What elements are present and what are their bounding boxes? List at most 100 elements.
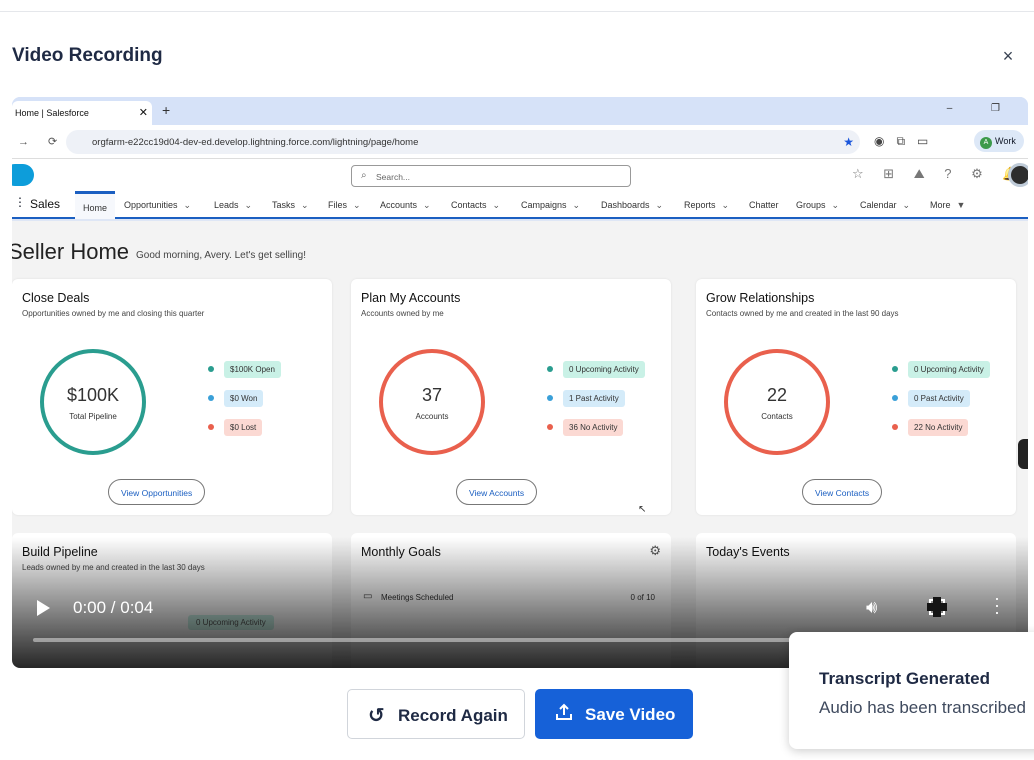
tab-tasks[interactable]: Tasks ⌄ — [272, 200, 309, 211]
tab-label: Calendar — [860, 200, 897, 210]
chevron-down-icon[interactable]: ⌄ — [493, 200, 501, 210]
legend-chip: 22 No Activity — [908, 419, 969, 436]
tab-label: Accounts — [380, 200, 418, 210]
save-video-button[interactable]: Save Video — [535, 689, 693, 739]
browser-tab-bar: Home | Salesforce ✕ + – ❐ — [12, 97, 1028, 125]
tab-label: Contacts — [451, 200, 487, 210]
chevron-down-icon[interactable]: ▼ — [957, 200, 966, 210]
tab-home[interactable]: Home — [75, 191, 116, 219]
tab-accounts[interactable]: Accounts ⌄ — [380, 200, 431, 211]
card-subtitle: Contacts owned by me and created in the … — [706, 309, 899, 318]
view-button[interactable]: View Contacts — [802, 479, 883, 505]
record-again-label: Record Again — [398, 706, 508, 725]
chevron-down-icon[interactable]: ⌄ — [573, 200, 581, 210]
donut-chart: 22 Contacts — [724, 349, 830, 455]
toast-notification: Transcript Generated Audio has been tran… — [789, 632, 1034, 749]
chevron-down-icon[interactable]: ⌄ — [184, 200, 192, 210]
chevron-down-icon[interactable]: ⌄ — [656, 200, 664, 210]
save-video-label: Save Video — [585, 705, 676, 724]
tab-label: Files — [328, 200, 348, 210]
donut-value: 22 — [766, 385, 788, 405]
tab-leads[interactable]: Leads ⌄ — [214, 200, 252, 211]
legend-chip: $0 Lost — [224, 419, 263, 436]
tab-groups[interactable]: Groups ⌄ — [796, 200, 839, 211]
greeting-text: Good morning, Avery. Let's get selling! — [136, 250, 306, 261]
close-button[interactable]: × — [998, 46, 1018, 66]
card-title: Plan My Accounts — [361, 291, 461, 305]
tab-label: Dashboards — [601, 200, 650, 210]
header-utility-icons[interactable]: ☆ ⊞ ⛰ ? ⚙ 🔔 — [852, 166, 1027, 182]
donut-label: Accounts — [415, 412, 449, 421]
toast-title: Transcript Generated — [819, 669, 991, 688]
view-button[interactable]: View Accounts — [456, 479, 538, 505]
tab-label: Groups — [796, 200, 826, 210]
donut-chart: 37 Accounts — [379, 349, 485, 455]
tab-close-icon[interactable]: ✕ — [139, 106, 148, 119]
tab-calendar[interactable]: Calendar ⌄ — [860, 200, 910, 211]
search-placeholder: Search... — [376, 172, 411, 182]
window-controls[interactable]: – ❐ — [947, 103, 1018, 114]
chevron-down-icon[interactable]: ⌄ — [301, 200, 309, 210]
donut-label: Total Pipeline — [69, 412, 117, 421]
tab-label: Reports — [684, 200, 716, 210]
extension-icons[interactable]: ◉⧉▭ — [874, 134, 940, 149]
card-close-deals: Close Deals Opportunities owned by me and… — [12, 279, 332, 515]
fullscreen-icon-mask — [927, 603, 947, 611]
tab-label: Tasks — [272, 200, 296, 210]
tab-contacts[interactable]: Contacts ⌄ — [451, 200, 500, 211]
legend-chip: $0 Won — [224, 390, 264, 407]
user-avatar[interactable] — [1008, 163, 1028, 187]
card-subtitle: Opportunities owned by me and closing th… — [22, 309, 205, 318]
tab-label: More — [930, 200, 951, 210]
profile-button[interactable]: A Work — [974, 130, 1024, 152]
salesforce-logo-icon — [12, 164, 34, 186]
tab-campaigns[interactable]: Campaigns ⌄ — [521, 200, 580, 211]
view-button[interactable]: View Opportunities — [108, 479, 206, 505]
side-panel-tab[interactable] — [1018, 439, 1028, 469]
address-bar: → ⟳ orgfarm-e22cc19d04-dev-ed.develop.li… — [12, 125, 1028, 159]
tab-label: Home — [83, 203, 108, 213]
chevron-down-icon[interactable]: ⌄ — [832, 200, 840, 210]
mouse-cursor-icon: ↖ — [638, 504, 647, 515]
legend-dot — [892, 366, 898, 372]
chevron-down-icon[interactable]: ⌄ — [353, 200, 361, 210]
back-reload-icons[interactable]: → ⟳ — [18, 135, 65, 148]
profile-label: Work — [995, 136, 1016, 146]
global-search-input[interactable]: ⌕ Search... — [351, 165, 631, 187]
app-launcher-icon[interactable]: ⋮ — [14, 195, 26, 209]
tab-reports[interactable]: Reports ⌄ — [684, 200, 729, 211]
modal-title: Video Recording — [12, 45, 163, 66]
chevron-down-icon[interactable]: ⌄ — [423, 200, 431, 210]
app-name: Sales — [30, 197, 61, 211]
card-subtitle: Accounts owned by me — [361, 309, 444, 318]
bookmark-star-icon[interactable]: ★ — [843, 135, 854, 149]
tab-dashboards[interactable]: Dashboards ⌄ — [601, 200, 663, 211]
new-tab-icon[interactable]: + — [162, 102, 170, 118]
legend-dot — [547, 395, 553, 401]
volume-icon[interactable]: 🔊︎ — [866, 597, 877, 618]
upload-icon — [556, 703, 572, 720]
url-text: orgfarm-e22cc19d04-dev-ed.develop.lightn… — [92, 137, 419, 148]
donut-chart: $100K Total Pipeline — [40, 349, 146, 455]
tab-label: Campaigns — [521, 200, 567, 210]
play-icon[interactable] — [37, 600, 50, 616]
search-icon: ⌕ — [361, 170, 367, 181]
tab-label: Opportunities — [124, 200, 178, 210]
legend-dot — [547, 424, 553, 430]
legend-dot — [208, 424, 214, 430]
record-again-button[interactable]: ↺ Record Again — [347, 689, 525, 739]
url-field[interactable]: orgfarm-e22cc19d04-dev-ed.develop.lightn… — [66, 130, 860, 154]
tab-more[interactable]: More ▼ — [930, 200, 965, 210]
legend-dot — [208, 366, 214, 372]
more-options-icon[interactable]: · · · — [994, 589, 1000, 621]
chevron-down-icon[interactable]: ⌄ — [722, 200, 730, 210]
chevron-down-icon[interactable]: ⌄ — [903, 200, 911, 210]
tab-opportunities[interactable]: Opportunities ⌄ — [124, 200, 191, 211]
tab-chatter[interactable]: Chatter — [749, 200, 779, 210]
donut-label: Contacts — [761, 412, 793, 421]
chevron-down-icon[interactable]: ⌄ — [245, 200, 253, 210]
tab-files[interactable]: Files ⌄ — [328, 200, 361, 211]
legend-chip: 36 No Activity — [563, 419, 624, 436]
video-player[interactable]: Home | Salesforce ✕ + – ❐ → ⟳ orgfarm-e2… — [12, 97, 1028, 668]
browser-tab[interactable]: Home | Salesforce ✕ — [12, 101, 152, 125]
